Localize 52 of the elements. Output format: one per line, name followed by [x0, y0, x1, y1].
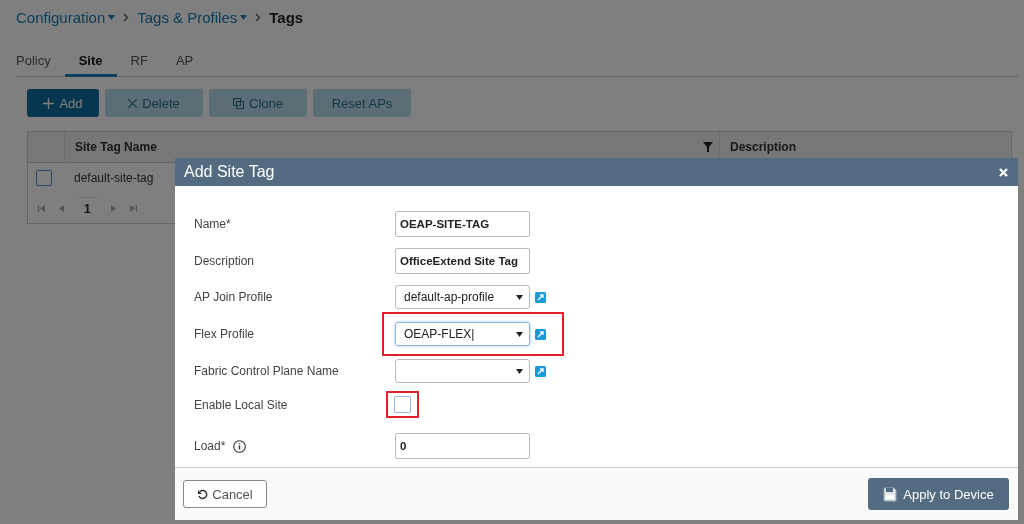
first-page-icon[interactable]: [38, 204, 45, 212]
chevron-icon: [255, 12, 262, 22]
close-icon: [128, 98, 138, 108]
field-label: AP Join Profile: [194, 290, 273, 304]
page-number[interactable]: 1: [78, 196, 97, 220]
external-link-icon[interactable]: [535, 328, 546, 340]
external-link-icon[interactable]: [535, 365, 546, 377]
caret-icon: [108, 14, 116, 20]
checkbox[interactable]: [394, 396, 411, 413]
dialog-title: Add Site Tag: [184, 163, 275, 181]
select-field[interactable]: [395, 359, 530, 383]
field-label: Name*: [194, 217, 231, 231]
select-field[interactable]: OEAP-FLEX|: [395, 322, 530, 346]
previous-page-icon[interactable]: [59, 204, 64, 212]
table-cell: default-site-tag: [74, 171, 154, 185]
close-button[interactable]: [999, 167, 1008, 177]
undo-icon: [197, 488, 209, 500]
text-field[interactable]: OEAP-SITE-TAG: [395, 211, 530, 237]
copy-icon: [233, 97, 244, 109]
text-field[interactable]: OfficeExtend Site Tag: [395, 248, 530, 274]
select-field[interactable]: default-ap-profile: [395, 285, 530, 309]
cancel-button[interactable]: Cancel: [183, 480, 267, 508]
caret-icon: [516, 368, 523, 374]
breadcrumb-link[interactable]: Tags: [269, 8, 304, 26]
breadcrumb-link[interactable]: Configuration: [16, 8, 116, 26]
filter-icon[interactable]: [703, 142, 713, 152]
tab[interactable]: AP: [161, 50, 208, 77]
text-field[interactable]: 0: [395, 433, 530, 459]
column-header[interactable]: Description: [730, 140, 796, 154]
chevron-icon: [123, 12, 130, 22]
save-icon: [883, 486, 898, 502]
caret-icon: [240, 14, 248, 20]
column-header[interactable]: Site Tag Name: [75, 140, 157, 154]
caret-icon: [516, 331, 523, 337]
external-link-icon[interactable]: [535, 291, 546, 303]
plus-icon: [43, 97, 55, 109]
field-label: Description: [194, 254, 255, 268]
field-label: Flex Profile: [194, 327, 255, 341]
tab[interactable]: Policy: [16, 50, 65, 77]
tab[interactable]: RF: [116, 50, 162, 77]
toolbar-button[interactable]: Add: [27, 89, 99, 117]
breadcrumb-link[interactable]: Tags & Profiles: [137, 8, 248, 26]
info-icon[interactable]: [233, 439, 247, 453]
field-label: Enable Local Site: [194, 397, 288, 412]
tab[interactable]: Site: [64, 50, 117, 77]
field-label: Fabric Control Plane Name: [194, 364, 339, 378]
row-checkbox[interactable]: [36, 170, 52, 186]
caret-icon: [516, 294, 523, 300]
last-page-icon[interactable]: [129, 204, 137, 212]
next-page-icon[interactable]: [110, 204, 116, 212]
apply-button[interactable]: Apply to Device: [868, 478, 1009, 510]
field-label: Load*: [194, 439, 226, 453]
